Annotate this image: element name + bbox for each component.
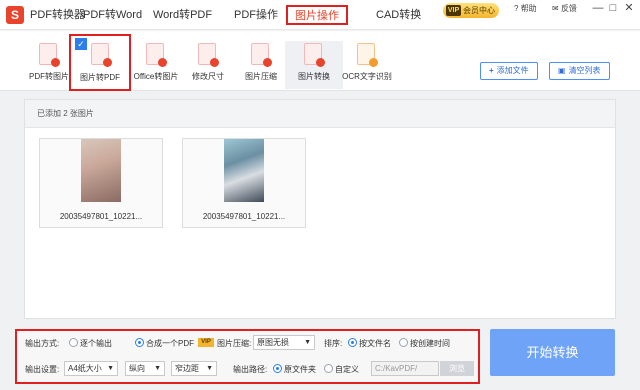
- vip-center-label: 会员中心: [463, 6, 495, 15]
- output-merge-label: 合成一个PDF: [146, 339, 194, 348]
- help-icon: ?: [514, 4, 519, 13]
- compress-value: 原图无损: [257, 338, 289, 347]
- output-mode-label: 输出方式:: [25, 339, 60, 348]
- feedback-button[interactable]: ✉ 反馈: [552, 2, 577, 16]
- tab-pdf-converter[interactable]: PDF转换器: [30, 0, 85, 30]
- close-button[interactable]: ✕: [623, 1, 635, 15]
- help-button[interactable]: ? 帮助: [514, 2, 537, 16]
- help-label: 帮助: [520, 4, 537, 13]
- start-convert-button[interactable]: 开始转换: [490, 329, 615, 376]
- margin-value: 窄边距: [175, 364, 199, 373]
- path-source-label: 原文件夹: [284, 365, 316, 374]
- path-custom-label: 自定义: [335, 365, 359, 374]
- radio-output-merge[interactable]: [135, 338, 144, 347]
- image-to-pdf-icon: [91, 43, 112, 67]
- compress-label: 图片压缩:: [217, 339, 252, 348]
- add-file-button[interactable]: + 添加文件: [480, 62, 538, 80]
- tab-pdf-operations[interactable]: PDF操作: [234, 0, 278, 30]
- tab-pdf-to-word[interactable]: PDF转Word: [83, 0, 142, 30]
- office-to-image-icon: [146, 43, 167, 67]
- radio-path-source[interactable]: [273, 364, 282, 373]
- ocr-icon: [357, 43, 378, 67]
- resize-icon: [198, 43, 219, 67]
- file-count-text: 已添加 2 张图片: [25, 100, 615, 128]
- tab-image-operations[interactable]: 图片操作: [286, 5, 348, 25]
- chevron-down-icon: ▼: [154, 365, 161, 372]
- radio-output-each[interactable]: [69, 338, 78, 347]
- page-size-select[interactable]: A4纸大小 ▼: [64, 361, 118, 376]
- image-preview: [81, 139, 121, 202]
- orientation-select[interactable]: 纵向 ▼: [125, 361, 165, 376]
- title-bar: S PDF转换器 PDF转Word Word转PDF PDF操作 图片操作 CA…: [0, 0, 640, 30]
- pdf-to-image-icon: [39, 43, 60, 67]
- add-file-label: 添加文件: [496, 66, 529, 75]
- clear-list-button[interactable]: ▣ 清空列表: [549, 62, 610, 80]
- vip-center-button[interactable]: VIP 会员中心: [443, 3, 499, 18]
- sort-label: 排序:: [324, 339, 343, 348]
- tool-ribbon: PDF转图片 ✓ 图片转PDF Office转图片 修改尺寸 图片压缩 图片转换…: [0, 31, 640, 91]
- output-settings-label: 输出设置:: [25, 365, 60, 374]
- sort-name-label: 按文件名: [359, 339, 391, 348]
- feedback-icon: ✉: [552, 4, 559, 13]
- checkmark-icon: ✓: [75, 38, 87, 50]
- tool-ocr[interactable]: OCR文字识别: [338, 41, 396, 89]
- image-convert-icon: [304, 43, 325, 67]
- app-logo-icon: S: [6, 6, 24, 24]
- compress-icon: [251, 43, 272, 67]
- trash-icon: ▣: [558, 66, 566, 75]
- feedback-label: 反馈: [560, 4, 577, 13]
- output-path-input[interactable]: C:/KavPDF/: [371, 361, 439, 376]
- orientation-value: 纵向: [129, 364, 145, 373]
- plus-icon: +: [489, 66, 494, 75]
- vip-crown-icon: VIP: [446, 5, 461, 16]
- file-list-panel: 已添加 2 张图片 20035497801_10221... 200354978…: [24, 99, 616, 319]
- output-path-label: 输出路径:: [233, 365, 268, 374]
- browse-button[interactable]: 浏览: [440, 361, 474, 376]
- page-size-value: A4纸大小: [68, 364, 102, 373]
- clear-list-label: 清空列表: [568, 66, 601, 75]
- output-each-label: 逐个输出: [80, 339, 112, 348]
- file-name: 20035497801_10221...: [202, 212, 286, 221]
- radio-sort-name[interactable]: [348, 338, 357, 347]
- image-preview: [224, 139, 264, 202]
- chevron-down-icon: ▼: [206, 365, 213, 372]
- output-settings-panel: 输出方式: 逐个输出 合成一个PDF VIP 图片压缩: 原图无损 ▼ 排序: …: [15, 329, 480, 384]
- tool-label: OCR文字识别: [342, 72, 392, 81]
- vip-tag-icon: VIP: [198, 338, 214, 347]
- tab-word-to-pdf[interactable]: Word转PDF: [153, 0, 212, 30]
- compress-select[interactable]: 原图无损 ▼: [253, 335, 315, 350]
- radio-sort-time[interactable]: [399, 338, 408, 347]
- chevron-down-icon: ▼: [107, 365, 114, 372]
- tab-cad-convert[interactable]: CAD转换: [376, 0, 421, 30]
- minimize-button[interactable]: —: [592, 1, 604, 15]
- file-name: 20035497801_10221...: [59, 212, 143, 221]
- maximize-button[interactable]: □: [607, 1, 619, 15]
- chevron-down-icon: ▼: [304, 339, 311, 346]
- margin-select[interactable]: 窄边距 ▼: [171, 361, 217, 376]
- radio-path-custom[interactable]: [324, 364, 333, 373]
- tool-image-to-pdf[interactable]: ✓ 图片转PDF: [69, 34, 131, 91]
- sort-time-label: 按创建时间: [410, 339, 450, 348]
